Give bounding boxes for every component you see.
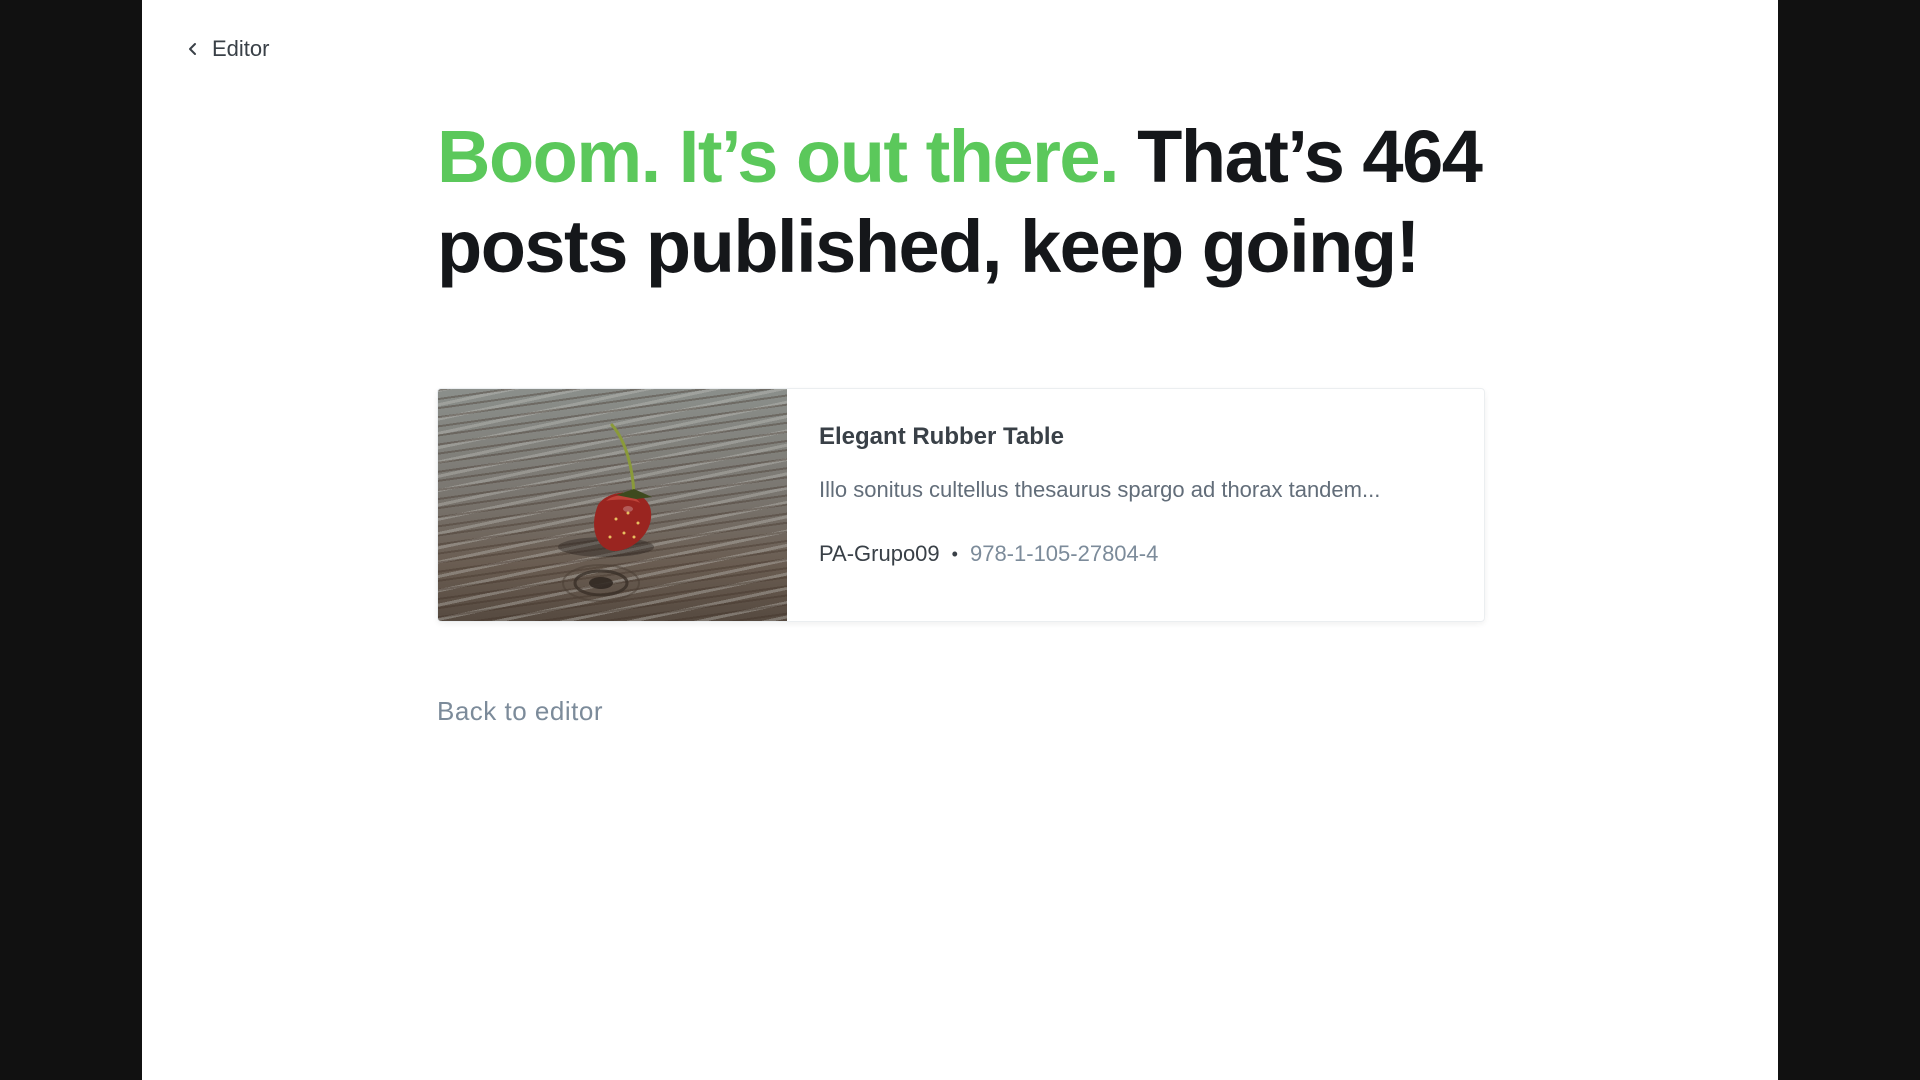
meta-separator: • [951, 543, 958, 564]
post-title: Elegant Rubber Table [819, 423, 1064, 450]
post-feature-image [438, 389, 787, 621]
post-meta: PA-Grupo09 • 978-1-105-27804-4 [819, 541, 1452, 567]
back-nav-label: Editor [212, 36, 270, 61]
chevron-left-icon [186, 36, 200, 62]
post-card-body: Elegant Rubber Table Illo sonitus cultel… [787, 389, 1484, 621]
main-content: Boom. It’s out there. That’s 464 posts p… [437, 112, 1487, 727]
post-author: PA-Grupo09 [819, 541, 940, 566]
post-excerpt: Illo sonitus cultellus thesaurus spargo … [819, 477, 1381, 502]
page-headline: Boom. It’s out there. That’s 464 posts p… [437, 112, 1487, 292]
headline-accent: Boom. It’s out there. [437, 115, 1120, 198]
back-to-editor-link[interactable]: Back to editor [437, 696, 603, 727]
published-post-card[interactable]: Elegant Rubber Table Illo sonitus cultel… [437, 388, 1485, 622]
post-isbn: 978-1-105-27804-4 [969, 541, 1159, 566]
back-to-editor-nav[interactable]: Editor [186, 36, 269, 62]
publish-confirmation-page: Editor Boom. It’s out there. That’s 464 … [142, 0, 1778, 1080]
